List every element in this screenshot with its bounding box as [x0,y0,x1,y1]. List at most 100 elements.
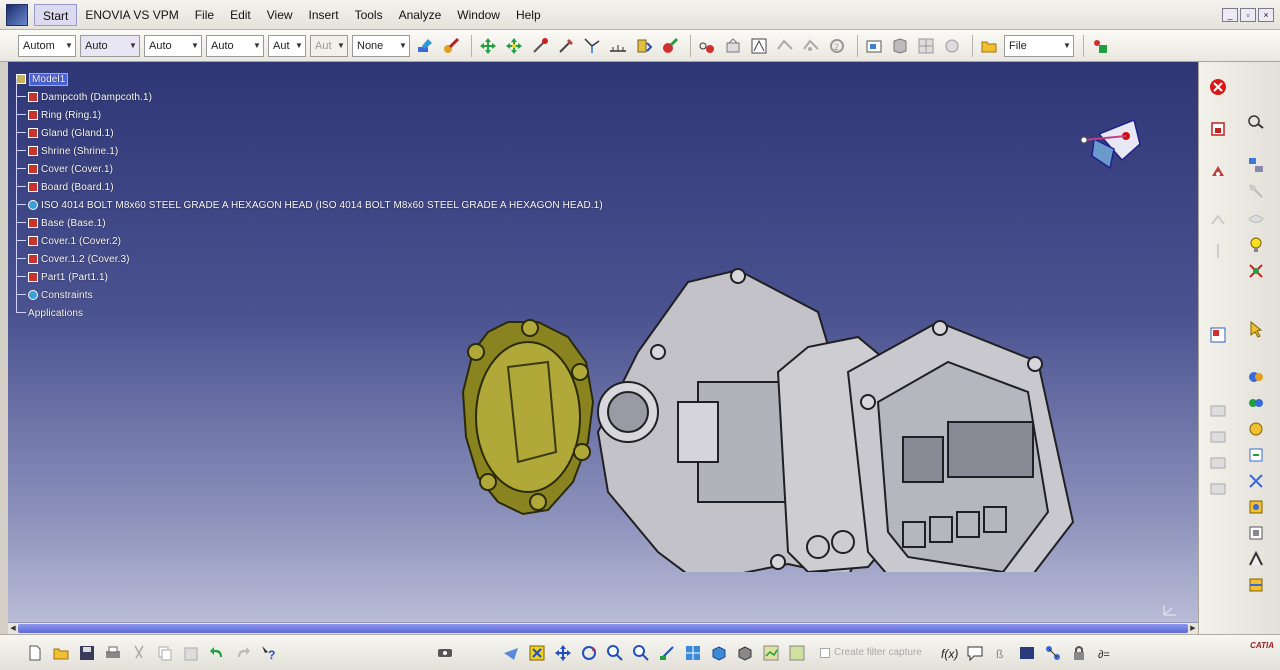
print-icon[interactable] [102,642,124,664]
graph-tree-icon[interactable] [1245,154,1267,176]
angle-constraint-icon[interactable] [748,35,770,57]
menu-help[interactable]: Help [508,4,549,26]
3d-viewport[interactable]: Model1 Dampcoth (Dampcoth.1) Ring (Ring.… [8,62,1198,622]
tree-node[interactable]: Cover.1 (Cover.2) [16,223,603,250]
base-part[interactable] [846,320,1075,572]
add-icon[interactable] [1245,548,1267,570]
comment-icon[interactable] [964,642,986,664]
multi-instantiation-icon[interactable] [1207,210,1229,232]
catalog-icon[interactable] [889,35,911,57]
line-thickness-combo[interactable]: Auto ▼ [206,34,264,57]
rotate-icon[interactable] [578,642,600,664]
law-icon[interactable]: ß [990,642,1012,664]
fix-icon[interactable] [722,35,744,57]
scroll-right-icon[interactable]: ▶ [1188,623,1198,634]
exploded-view-icon[interactable] [1207,426,1229,448]
fast-multi-instantiation-icon[interactable] [1245,208,1267,230]
assembly-model[interactable] [448,252,1088,572]
menu-edit[interactable]: Edit [222,4,259,26]
menu-file[interactable]: File [187,4,222,26]
minimize-button[interactable]: _ [1222,8,1238,22]
select-arrow-icon[interactable] [1245,318,1267,340]
manipulation-icon[interactable] [477,35,499,57]
tree-node[interactable]: ISO 4014 BOLT M8x60 STEEL GRADE A HEXAGO… [16,187,603,214]
hide-show-toggle-icon[interactable] [760,642,782,664]
symmetry-icon[interactable] [1207,240,1229,262]
scrollbar-thumb[interactable] [18,624,1188,633]
clash-icon[interactable] [581,35,603,57]
hide-show-icon[interactable] [434,642,456,664]
offset-constraint-icon[interactable] [1245,392,1267,414]
tree-node[interactable]: Dampcoth (Dampcoth.1) [16,79,603,106]
existing-component-icon[interactable] [1245,110,1267,132]
parameter-icon[interactable]: ∂= [1094,642,1116,664]
close-button[interactable]: × [1258,8,1274,22]
new-document-icon[interactable] [24,642,46,664]
update-icon[interactable] [633,35,655,57]
pocket-icon[interactable] [1245,522,1267,544]
offset-constraint-icon[interactable] [774,35,796,57]
replace-component-icon[interactable] [1207,160,1229,182]
open-icon[interactable] [50,642,72,664]
point-type-combo[interactable]: Aut ▼ [310,34,348,57]
cut-icon[interactable] [1245,470,1267,492]
tree-node[interactable]: Ring (Ring.1) [16,97,603,124]
coincidence-constraint-icon[interactable] [1245,366,1267,388]
restore-button[interactable]: ▫ [1240,8,1256,22]
menu-window[interactable]: Window [449,4,508,26]
layer-combo[interactable]: None ▼ [352,34,410,57]
sectioning-icon[interactable] [659,35,681,57]
gland-part[interactable] [461,319,595,516]
horizontal-scrollbar[interactable]: ◀ ▶ [8,622,1198,634]
menu-start[interactable]: Start [34,3,78,26]
fit-all-in-icon[interactable] [526,642,548,664]
color-combo[interactable]: Auto ▼ [80,34,140,57]
user-options-icon[interactable] [1089,35,1111,57]
whats-this-icon[interactable]: ? [258,642,280,664]
simulation-icon[interactable] [1207,452,1229,474]
hole-icon[interactable] [1245,496,1267,518]
explode-icon[interactable] [529,35,551,57]
menu-analyze[interactable]: Analyze [391,4,450,26]
tree-node[interactable]: Board (Board.1) [16,169,603,196]
fly-mode-icon[interactable] [500,642,522,664]
create-filter-checkbox[interactable] [820,647,830,658]
fix-component-icon[interactable] [1245,444,1267,466]
clash-analysis-icon[interactable] [1245,260,1267,282]
stop-manipulation-icon[interactable] [555,35,577,57]
reorder-icon[interactable] [1245,180,1267,202]
open-folder-icon[interactable] [978,35,1000,57]
exit-workbench-icon[interactable] [1207,76,1229,98]
lightbulb-icon[interactable] [1245,234,1267,256]
cut-icon[interactable] [128,642,150,664]
redo-icon[interactable] [232,642,254,664]
transparency-combo[interactable]: Auto ▼ [144,34,202,57]
scene-icon[interactable] [1207,400,1229,422]
painter-icon[interactable] [414,35,436,57]
snap-icon[interactable] [503,35,525,57]
constraint-icon[interactable] [696,35,718,57]
track-icon[interactable] [1207,478,1229,500]
formula-icon[interactable]: f(x) [938,642,960,664]
undo-icon[interactable] [206,642,228,664]
pan-icon[interactable] [552,642,574,664]
line-type-combo[interactable]: Aut ▼ [268,34,306,57]
create-filter-capture[interactable]: Create filter capture [820,647,922,658]
multi-view-icon[interactable] [682,642,704,664]
file-combo[interactable]: File ▼ [1004,34,1074,57]
zoom-in-icon[interactable] [604,642,626,664]
normal-view-icon[interactable] [656,642,678,664]
contact-constraint-icon[interactable] [800,35,822,57]
app-logo-icon[interactable] [6,3,28,26]
new-component-icon[interactable] [1207,118,1229,140]
paste-icon[interactable] [180,642,202,664]
split-icon[interactable] [1245,574,1267,596]
tree-node[interactable]: Shrine (Shrine.1) [16,133,603,160]
bill-of-material-icon[interactable] [1207,324,1229,346]
menu-enovia[interactable]: ENOVIA VS VPM [77,4,186,26]
coincidence-icon[interactable]: 2 [826,35,848,57]
angle-constraint-icon[interactable] [1245,418,1267,440]
shading-icon[interactable] [734,642,756,664]
tree-root[interactable]: Model1 [16,70,603,88]
menu-view[interactable]: View [259,4,301,26]
